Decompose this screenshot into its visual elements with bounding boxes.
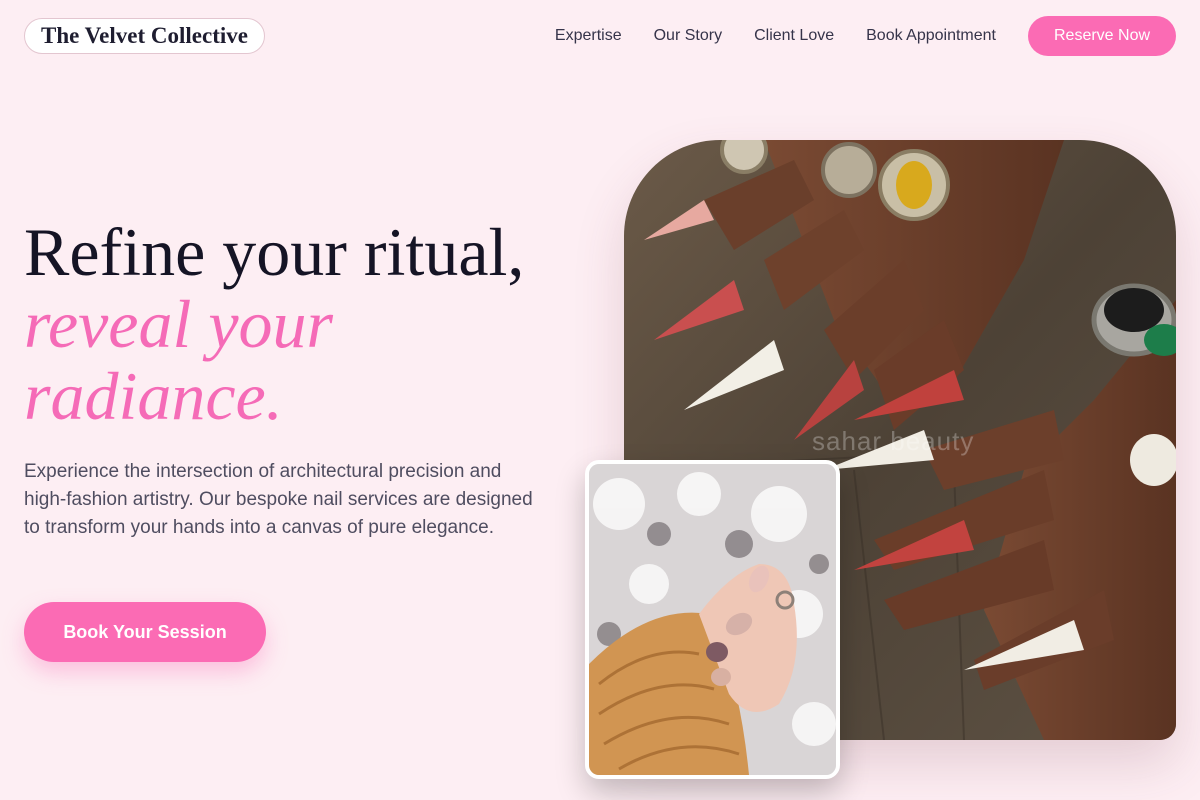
main-nav: Expertise Our Story Client Love Book App… — [555, 0, 996, 72]
hero-title-line: Refine your ritual, — [24, 214, 525, 290]
reserve-now-button[interactable]: Reserve Now — [1028, 16, 1176, 56]
nav-link-book-appointment[interactable]: Book Appointment — [866, 27, 996, 45]
nav-link-expertise[interactable]: Expertise — [555, 27, 622, 45]
nav-link-client-love[interactable]: Client Love — [754, 27, 834, 45]
hero-title: Refine your ritual, reveal your radiance… — [24, 216, 584, 432]
site-header: The Velvet Collective Expertise Our Stor… — [0, 0, 1200, 72]
brand-logo[interactable]: The Velvet Collective — [24, 18, 265, 54]
manicure-illustration — [589, 464, 836, 775]
book-session-button[interactable]: Book Your Session — [24, 602, 266, 662]
secondary-photo-manicure — [585, 460, 840, 779]
photo-watermark: sahar beauty — [812, 426, 975, 456]
hero-description: Experience the intersection of architect… — [24, 461, 533, 538]
nav-link-our-story[interactable]: Our Story — [654, 27, 722, 45]
hero-title-accent: reveal your radiance. — [24, 286, 334, 434]
